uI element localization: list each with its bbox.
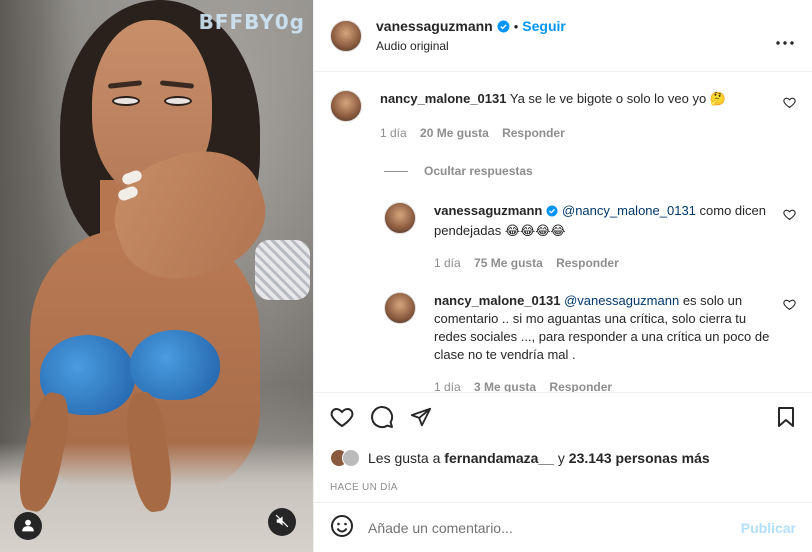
heart-icon[interactable] [783, 96, 796, 112]
post-comment-button[interactable]: Publicar [741, 520, 796, 536]
emoji-icon[interactable] [330, 514, 354, 541]
author-username[interactable]: vanessaguzmann [376, 18, 493, 34]
comment-time[interactable]: 1 día [434, 380, 461, 392]
speaker-muted-icon [275, 514, 289, 531]
avatar[interactable] [342, 449, 360, 467]
reply-button[interactable]: Responder [549, 380, 612, 392]
comment-time[interactable]: 1 día [380, 126, 407, 140]
reply-comment: nancy_malone_0131 @vanessaguzmann es sol… [384, 292, 796, 392]
comment-mention[interactable]: @vanessaguzmann [564, 293, 679, 308]
likes-middle: y [554, 450, 569, 466]
reply-button[interactable]: Responder [502, 126, 565, 140]
post-timestamp[interactable]: HACE UN DÍA [314, 472, 812, 502]
avatar[interactable] [384, 292, 416, 324]
media-figure-top-right [130, 330, 220, 400]
post-side-panel: vanessaguzmann • Seguir Audio original nan… [313, 0, 812, 552]
post-header: vanessaguzmann • Seguir Audio original [314, 0, 812, 72]
tagged-users-button[interactable] [14, 512, 42, 540]
media-figure-eye [164, 96, 192, 106]
post-media[interactable]: BFFBY0g [0, 0, 313, 552]
comment-mention[interactable]: @nancy_malone_0131 [562, 203, 696, 218]
heart-icon[interactable] [783, 298, 796, 314]
verified-badge-icon [497, 20, 510, 36]
comment-composer: Añade un comentario... Publicar [314, 502, 812, 552]
comments-list: nancy_malone_0131 Ya se le ve bigote o s… [314, 72, 812, 392]
avatar[interactable] [384, 202, 416, 234]
media-figure-bracelet [255, 240, 310, 300]
hide-replies-label: Ocultar respuestas [424, 164, 533, 178]
follow-button[interactable]: Seguir [522, 18, 566, 34]
comment-username[interactable]: nancy_malone_0131 [434, 293, 560, 308]
comment-likes[interactable]: 3 Me gusta [474, 380, 536, 392]
heart-icon[interactable] [783, 208, 796, 224]
paper-plane-icon [410, 406, 432, 431]
bookmark-icon [776, 407, 796, 431]
likes-prefix: Les gusta a [368, 450, 445, 466]
divider [384, 170, 408, 172]
avatar[interactable] [330, 19, 362, 52]
more-options-icon[interactable] [776, 28, 794, 51]
comment-time[interactable]: 1 día [434, 256, 461, 270]
comment: nancy_malone_0131 Ya se le ve bigote o s… [330, 90, 796, 142]
comment-text: Ya se le ve bigote o solo lo veo yo 🤔 [509, 91, 726, 106]
action-bar [314, 392, 812, 444]
comment-username[interactable]: nancy_malone_0131 [380, 91, 506, 106]
comment-username[interactable]: vanessaguzmann [434, 203, 542, 218]
likes-username[interactable]: fernandamaza__ [444, 450, 554, 466]
reply-comment: vanessaguzmann @nancy_malone_0131 como d… [384, 202, 796, 272]
like-button[interactable] [330, 405, 354, 432]
comment-button[interactable] [370, 405, 394, 432]
share-button[interactable] [410, 406, 432, 431]
comment-likes[interactable]: 20 Me gusta [420, 126, 489, 140]
hide-replies-button[interactable]: Ocultar respuestas [384, 164, 796, 178]
heart-icon [330, 405, 354, 432]
comment-likes[interactable]: 75 Me gusta [474, 256, 543, 270]
likes-count[interactable]: 23.143 personas más [569, 450, 710, 466]
media-figure-eye [112, 96, 140, 106]
separator: • [513, 19, 519, 34]
comment-input[interactable]: Añade un comentario... [368, 520, 741, 536]
mute-button[interactable] [268, 508, 296, 536]
reply-button[interactable]: Responder [556, 256, 619, 270]
verified-badge-icon [546, 204, 558, 222]
avatar[interactable] [330, 90, 362, 122]
likes-summary: Les gusta a fernandamaza__ y 23.143 pers… [314, 444, 812, 472]
audio-link[interactable]: Audio original [376, 39, 566, 53]
comment-bubble-icon [370, 405, 394, 432]
save-button[interactable] [776, 406, 796, 431]
user-icon [21, 518, 35, 535]
media-watermark: BFFBY0g [198, 10, 305, 34]
